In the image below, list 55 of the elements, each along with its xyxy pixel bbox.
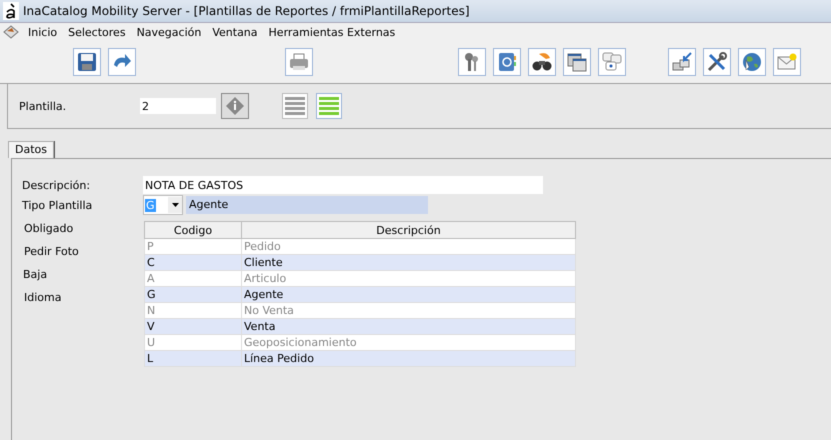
toolbar-button[interactable] (528, 48, 556, 76)
field-label: Pedir Foto (24, 244, 79, 260)
type-name-field: Agente (186, 196, 428, 214)
toolbar-button[interactable] (73, 48, 101, 76)
save-icon (76, 51, 98, 73)
field-label: Tipo Plantilla (22, 198, 94, 212)
window-arrow-icon (671, 51, 693, 73)
list-cell[interactable]: Venta (242, 318, 576, 334)
list-cell[interactable]: No Venta (242, 302, 576, 318)
field-label: Baja (23, 267, 48, 283)
menu-item[interactable]: Inicio (24, 26, 64, 38)
field-label: Plantilla. (19, 100, 68, 112)
list-cell[interactable]: P (144, 238, 242, 254)
binoculars-icon (531, 51, 553, 73)
list-cell[interactable]: Agente (242, 286, 576, 302)
list-cell[interactable]: V (144, 318, 242, 334)
list-cell[interactable]: A (144, 270, 242, 286)
list-cell[interactable]: G (144, 286, 242, 302)
lines-icon (285, 96, 305, 116)
list-cell[interactable]: Línea Pedido (242, 350, 576, 366)
address-book-icon (496, 51, 518, 73)
column-header[interactable]: Codigo (144, 222, 242, 238)
tab[interactable]: Datos (8, 141, 54, 158)
info-button[interactable] (221, 93, 249, 119)
menu-item[interactable]: Ventana (208, 26, 265, 38)
field-label: Descripción: (22, 178, 92, 192)
column-header[interactable]: Descripción (242, 222, 576, 238)
input-field[interactable]: 2 (140, 98, 216, 114)
list-cell[interactable]: L (144, 350, 242, 366)
list-cell[interactable]: U (144, 334, 242, 350)
menu-icon[interactable] (2, 24, 20, 40)
field-label: Obligado (24, 221, 74, 237)
window-title: InaCatalog Mobility Server - [Plantillas de Reportes / frmiPlantillaReportes] (23, 4, 470, 18)
print-icon (288, 51, 310, 73)
toolbar-button[interactable] (458, 48, 486, 76)
lines-icon (319, 96, 339, 116)
input-field[interactable]: NOTA DE GASTOS (143, 176, 543, 194)
info-icon (225, 96, 245, 116)
list-cell[interactable]: Pedido (242, 238, 576, 254)
list-cell[interactable]: N (144, 302, 242, 318)
windows-icon (566, 51, 588, 73)
menu-item[interactable]: Selectores (64, 26, 133, 38)
menu-item[interactable]: Herramientas Externas (264, 26, 402, 38)
list-view-button[interactable] (282, 93, 308, 119)
menu-item[interactable]: Navegación (132, 26, 208, 38)
list-cell[interactable]: Articulo (242, 270, 576, 286)
list-cell[interactable]: Cliente (242, 254, 576, 270)
list-cell[interactable]: Geoposicionamiento (242, 334, 576, 350)
field-label: Idioma (24, 290, 62, 306)
caret-icon (172, 203, 178, 207)
globe-icon (741, 51, 763, 73)
tools-icon (706, 51, 728, 73)
toolbar-button[interactable] (703, 48, 731, 76)
list-cell[interactable]: C (144, 254, 242, 270)
toolbar-button[interactable] (563, 48, 591, 76)
